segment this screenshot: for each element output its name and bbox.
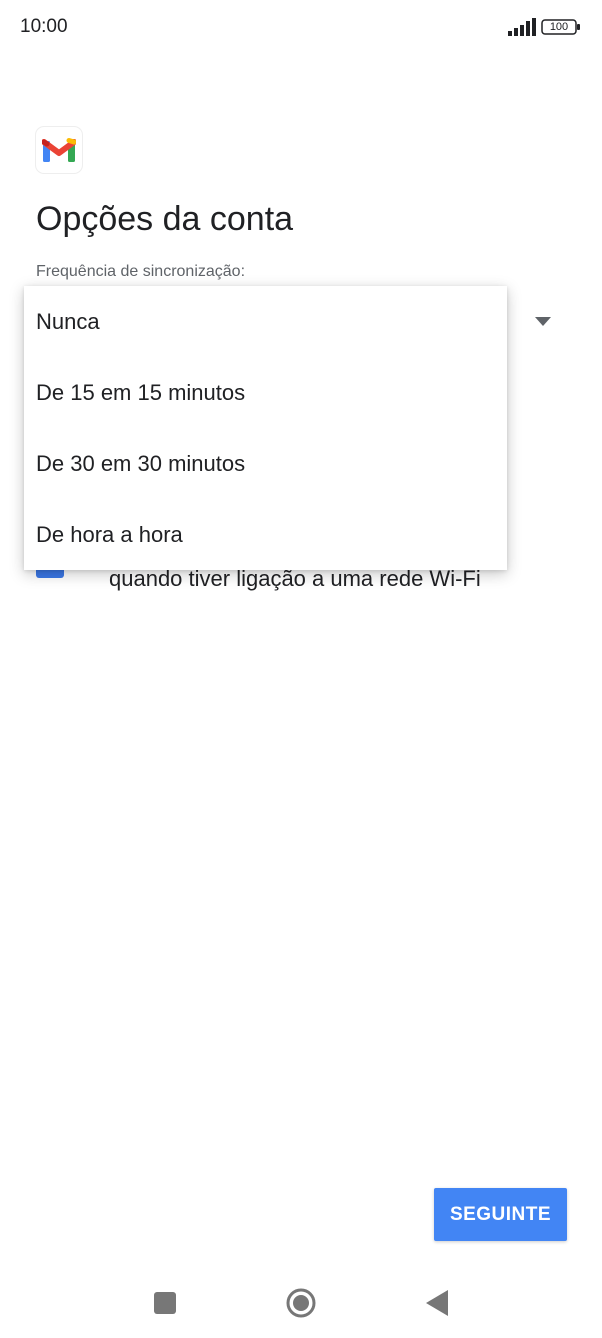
signal-icon [508,18,536,36]
gmail-logo-icon [36,127,82,173]
menu-item-15-minutes[interactable]: De 15 em 15 minutos [24,357,507,428]
dropdown-arrow-icon[interactable] [535,317,551,327]
next-button[interactable]: SEGUINTE [434,1188,567,1241]
sync-frequency-label: Frequência de sincronização: [36,263,246,280]
sync-frequency-menu: Nunca De 15 em 15 minutos De 30 em 30 mi… [24,286,507,570]
status-bar: 10:00 100 [0,0,602,56]
menu-item-30-minutes[interactable]: De 30 em 30 minutos [24,428,507,499]
back-icon[interactable] [426,1290,448,1316]
status-time: 10:00 [20,16,68,37]
menu-item-hourly[interactable]: De hora a hora [24,499,507,570]
recents-icon[interactable] [154,1292,176,1314]
home-icon[interactable] [286,1288,316,1318]
menu-item-never[interactable]: Nunca [24,286,507,357]
page-title: Opções da conta [36,200,294,238]
battery-level: 100 [549,21,569,33]
